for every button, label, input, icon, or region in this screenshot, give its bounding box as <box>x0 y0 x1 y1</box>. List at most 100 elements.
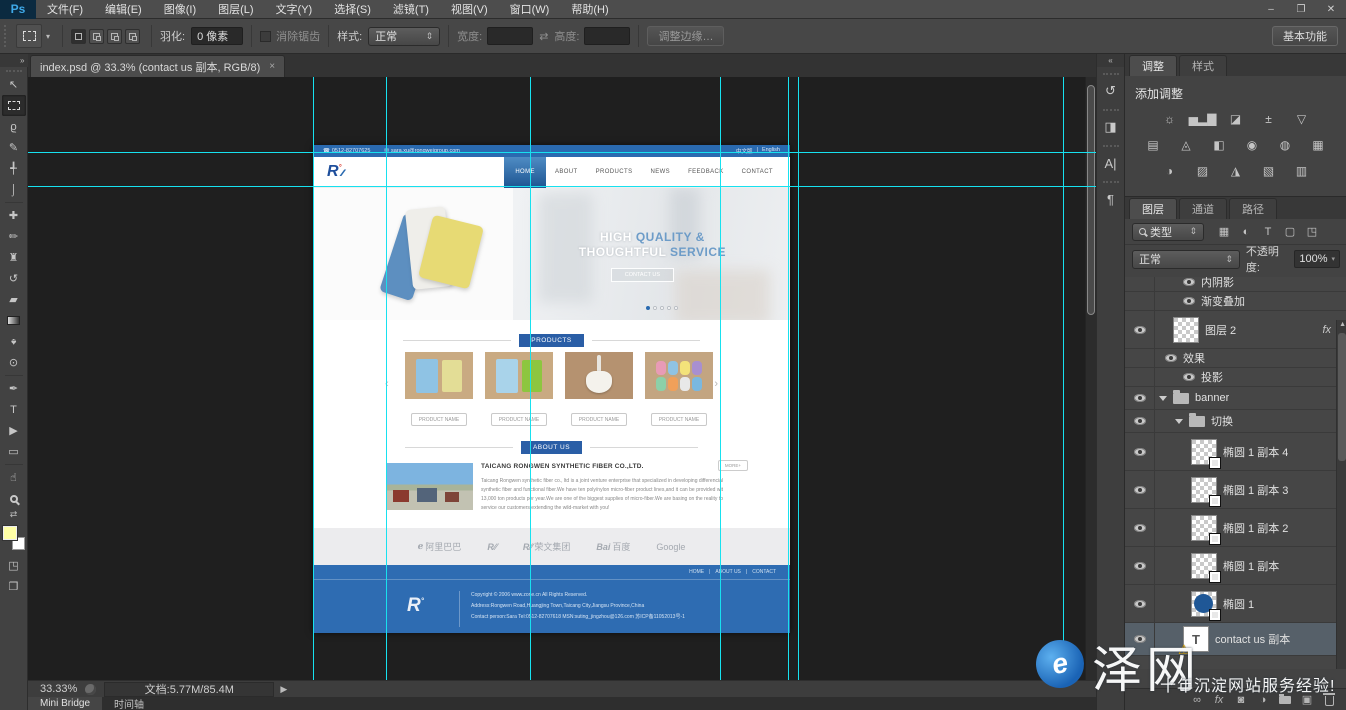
invert-icon[interactable]: ◑ <box>1158 162 1182 179</box>
layer-thumbnail[interactable]: T⚠ <box>1183 626 1209 652</box>
eyedropper-tool[interactable]: ⌡ <box>2 179 26 200</box>
new-adjustment-layer-icon[interactable]: ◑ <box>1257 694 1269 706</box>
layer-thumbnail[interactable] <box>1191 515 1217 541</box>
rectangular-marquee-tool[interactable] <box>2 95 26 116</box>
menubar-item[interactable]: 图层(L) <box>207 0 264 19</box>
layer-effect-row[interactable]: 投影 <box>1125 368 1346 387</box>
brightness-contrast-icon[interactable]: ☼ <box>1158 110 1182 127</box>
alibaba-logo[interactable]: ℯ阿里巴巴 <box>418 540 462 553</box>
footer-link-contact[interactable]: CONTACT <box>752 569 776 575</box>
exposure-icon[interactable]: ± <box>1257 110 1281 127</box>
guide-vertical[interactable] <box>313 77 314 680</box>
add-layer-mask-icon[interactable]: ◙ <box>1235 694 1247 706</box>
intersect-selection-mode-button[interactable] <box>125 29 140 44</box>
crop-tool[interactable]: ╃ <box>2 158 26 179</box>
pen-tool[interactable]: ✒ <box>2 378 26 399</box>
menubar-item[interactable]: 图像(I) <box>153 0 207 19</box>
site-nav-contact[interactable]: CONTACT <box>733 157 782 188</box>
slider-dot[interactable] <box>667 306 671 310</box>
workspace-switcher-button[interactable]: 基本功能 <box>1272 26 1338 46</box>
slider-dot[interactable] <box>646 306 650 310</box>
photoshop-logo[interactable]: Ps <box>0 0 36 19</box>
guide-vertical[interactable] <box>720 77 721 680</box>
swap-colors-icon[interactable]: ⇄ <box>10 509 18 521</box>
quick-mask-button[interactable]: ◳ <box>2 555 26 576</box>
delete-layer-icon[interactable] <box>1323 693 1335 706</box>
levels-icon[interactable]: ▅▂▇ <box>1191 110 1215 127</box>
guide-vertical[interactable] <box>1063 77 1064 680</box>
guide-vertical[interactable] <box>788 77 789 680</box>
toolbar-collapse-button[interactable]: » <box>0 54 28 67</box>
new-group-icon[interactable] <box>1279 696 1291 704</box>
site-nav-home[interactable]: HOME <box>504 157 546 188</box>
zoom-level-field[interactable]: 33.33% <box>40 683 77 695</box>
history-panel-icon[interactable]: ↺ <box>1099 79 1123 103</box>
visibility-eye-icon[interactable] <box>1134 448 1146 456</box>
layer-thumbnail[interactable] <box>1191 477 1217 503</box>
visibility-eye-icon[interactable] <box>1183 373 1195 381</box>
visibility-eye-icon[interactable] <box>1183 297 1195 305</box>
filter-type-icon[interactable]: T <box>1259 224 1277 240</box>
threshold-icon[interactable]: ◮ <box>1224 162 1248 179</box>
layer-row[interactable]: 图层 2fx <box>1125 311 1346 349</box>
new-selection-mode-button[interactable] <box>71 29 86 44</box>
black-white-icon[interactable]: ◧ <box>1207 136 1231 153</box>
google-logo[interactable]: Google <box>656 542 685 552</box>
dodge-tool[interactable]: ⊙ <box>2 352 26 373</box>
layer-row[interactable]: T⚠contact us 副本 <box>1125 623 1346 656</box>
visibility-eye-icon[interactable] <box>1183 278 1195 286</box>
lang-option[interactable]: English <box>762 147 780 155</box>
filter-adjustment-icon[interactable]: ◐ <box>1237 224 1255 240</box>
site-nav-feedback[interactable]: FEEDBACK <box>679 157 733 188</box>
site-nav-products[interactable]: PRODUCTS <box>587 157 642 188</box>
layer-row[interactable]: 椭圆 1 <box>1125 585 1346 623</box>
visibility-eye-icon[interactable] <box>1134 600 1146 608</box>
lasso-tool[interactable]: ϱ <box>2 116 26 137</box>
properties-panel-icon[interactable]: ◨ <box>1099 115 1123 139</box>
menubar-item[interactable]: 文字(Y) <box>265 0 324 19</box>
menubar-item[interactable]: 视图(V) <box>440 0 499 19</box>
document-tab[interactable]: index.psd @ 33.3% (contact us 副本, RGB/8)… <box>30 55 285 77</box>
blend-mode-select[interactable]: 正常⇕ <box>1132 250 1240 269</box>
current-tool-icon[interactable] <box>16 24 42 48</box>
bottom-tab-mini-bridge[interactable]: Mini Bridge <box>28 697 102 710</box>
menubar-item[interactable]: 文件(F) <box>36 0 94 19</box>
slider-dot[interactable] <box>674 306 678 310</box>
height-input[interactable] <box>584 27 630 45</box>
layer-row[interactable]: 椭圆 1 副本 4 <box>1125 433 1346 471</box>
rongwei-logo[interactable]: R⁄⁄ <box>487 542 497 552</box>
slider-dot[interactable] <box>660 306 664 310</box>
product-card[interactable]: PRODUCT NAME <box>565 352 633 426</box>
vibrance-icon[interactable]: ▽ <box>1290 110 1314 127</box>
product-card[interactable]: PRODUCT NAME <box>485 352 553 426</box>
screen-mode-button[interactable]: ❐ <box>2 576 26 597</box>
layer-row[interactable]: 椭圆 1 副本 <box>1125 547 1346 585</box>
banner-contact-button[interactable]: CONTACT US <box>611 268 674 282</box>
product-card[interactable]: PRODUCT NAME <box>645 352 713 426</box>
layer-row[interactable]: 椭圆 1 副本 3 <box>1125 471 1346 509</box>
guide-horizontal[interactable] <box>28 186 1096 187</box>
color-balance-icon[interactable]: ◬ <box>1174 136 1198 153</box>
about-more-button[interactable]: MORE+ <box>718 460 748 471</box>
group-expand-triangle[interactable] <box>1159 396 1167 401</box>
menubar-item[interactable]: 滤镜(T) <box>382 0 440 19</box>
width-input[interactable] <box>487 27 533 45</box>
footer-link-home[interactable]: HOME <box>689 569 704 575</box>
guide-vertical[interactable] <box>798 77 799 680</box>
dock-expand-button[interactable]: « <box>1097 54 1125 67</box>
visibility-eye-icon[interactable] <box>1134 562 1146 570</box>
menubar-item[interactable]: 窗口(W) <box>499 0 561 19</box>
filter-shape-icon[interactable]: ▢ <box>1281 224 1299 240</box>
layer-effect-row[interactable]: 效果 <box>1125 349 1346 368</box>
menubar-item[interactable]: 帮助(H) <box>560 0 619 19</box>
document-size-info[interactable]: 文档:5.77M/85.4M <box>104 682 274 697</box>
site-language-switch[interactable]: 中文版|English <box>736 147 780 155</box>
bottom-tab-时间轴[interactable]: 时间轴 <box>102 697 156 710</box>
curves-icon[interactable]: ◪ <box>1224 110 1248 127</box>
restore-button[interactable]: ❐ <box>1286 0 1316 19</box>
baidu-logo[interactable]: Bai百度 <box>596 540 630 553</box>
layer-effect-row[interactable]: 内阴影 <box>1125 277 1346 292</box>
paragraph-panel-icon[interactable]: ¶ <box>1099 187 1123 211</box>
minimize-button[interactable]: – <box>1256 0 1286 19</box>
products-next-arrow[interactable]: › <box>714 378 718 390</box>
